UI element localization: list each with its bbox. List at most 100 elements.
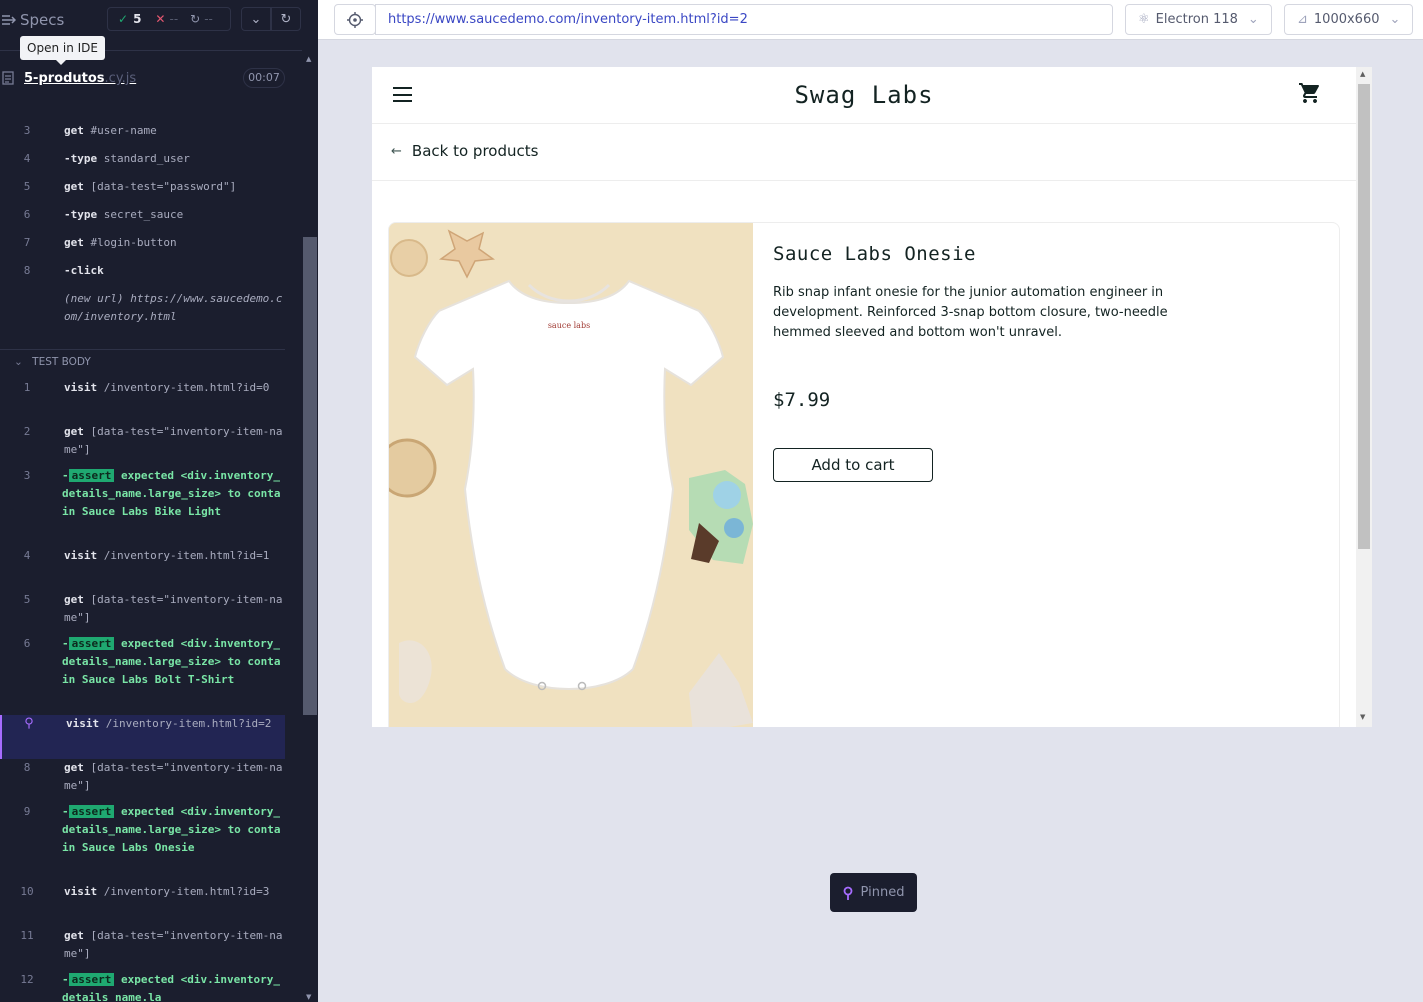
command-name: visit: [64, 885, 98, 898]
command-name: get: [64, 425, 84, 438]
command-arg: #user-name: [90, 124, 157, 137]
fail-x-icon: ✕: [155, 12, 166, 26]
url-field[interactable]: https://www.saucedemo.com/inventory-item…: [375, 4, 1113, 35]
pass-check-icon: ✓: [118, 12, 129, 26]
secondary-header: ← Back to products: [372, 124, 1356, 181]
failed-count: --: [169, 12, 179, 26]
section-title: TEST BODY: [32, 356, 91, 368]
command-number: 9: [23, 805, 31, 818]
specs-list-icon: [2, 15, 16, 25]
app-header: Swag Labs: [372, 67, 1356, 124]
command-arg: [data-test="inventory-item-name"]: [64, 761, 283, 792]
command-row[interactable]: 11 get [data-test="inventory-item-name"]: [0, 927, 285, 971]
command-row[interactable]: 3- assert expected <div.inventory_details…: [0, 467, 285, 547]
back-label: Back to products: [411, 142, 539, 160]
app-scrollbar[interactable]: ▲ ▼: [1356, 67, 1372, 727]
command-number: 5: [23, 180, 31, 193]
viewport-size: 1000x660: [1313, 12, 1380, 27]
spec-row: 5-produtos.cy.js 00:07: [0, 64, 302, 94]
command-arg: /inventory-item.html?id=2: [105, 717, 272, 730]
command-row[interactable]: 9- assert expected <div.inventory_details…: [0, 803, 285, 883]
arrow-left-icon: ←: [391, 143, 402, 159]
onesie-photo: sauce labs: [389, 223, 753, 727]
command-name: get: [64, 124, 84, 137]
command-arg: standard_user: [103, 152, 190, 165]
product-detail-card: sauce labs Sauce Labs Onesie Rib snap in…: [388, 222, 1340, 727]
command-row[interactable]: 5 get [data-test="inventory-item-name"]: [0, 591, 285, 635]
command-number: 8: [23, 264, 31, 277]
truncated-command: url: [64, 97, 284, 103]
command-number: 6: [23, 637, 31, 650]
assert-badge: assert: [68, 973, 115, 986]
specs-label: Specs: [20, 11, 65, 29]
product-name: Sauce Labs Onesie: [773, 243, 976, 265]
back-to-products-button[interactable]: ← Back to products: [391, 142, 538, 160]
command-number: 12: [20, 973, 34, 986]
chevron-down-icon: ⌄: [14, 356, 23, 368]
command-row: url: [0, 97, 285, 109]
command-number: 1: [23, 381, 31, 394]
assert-badge: assert: [68, 469, 115, 482]
restart-icon[interactable]: ↻: [271, 7, 301, 31]
command-name: get: [64, 593, 84, 606]
pin-icon: ⚲: [24, 716, 34, 731]
command-row[interactable]: 4 visit /inventory-item.html?id=1: [0, 547, 285, 591]
product-image: sauce labs: [389, 223, 753, 727]
open-in-ide-tooltip: Open in IDE: [20, 36, 105, 65]
chevron-down-icon: ⌄: [1247, 12, 1259, 27]
spec-file-link[interactable]: 5-produtos.cy.js: [24, 71, 136, 86]
app-under-test: Swag Labs ← Back to products sauce labs …: [372, 67, 1372, 727]
command-row[interactable]: 7 get #login-button: [0, 234, 285, 262]
command-row[interactable]: 10 visit /inventory-item.html?id=3: [0, 883, 285, 927]
test-body-section[interactable]: ⌄ TEST BODY: [14, 356, 91, 368]
app-scroll-thumb[interactable]: [1358, 84, 1370, 549]
command-row[interactable]: 1 visit /inventory-item.html?id=0: [0, 379, 285, 423]
command-row[interactable]: 8 get [data-test="inventory-item-name"]: [0, 759, 285, 803]
scroll-up-icon[interactable]: ▲: [306, 55, 311, 63]
passed-count: 5: [133, 12, 142, 26]
viewport-selector[interactable]: ⊿ 1000x660 ⌄: [1284, 4, 1413, 35]
test-stats: ✓ 5 ✕ -- ↻ --: [107, 7, 231, 31]
specs-toggle[interactable]: Specs: [2, 11, 64, 29]
scroll-up-icon[interactable]: ▲: [1360, 70, 1365, 78]
command-row[interactable]: 4 -type standard_user: [0, 150, 285, 178]
command-number: 3: [23, 469, 31, 482]
command-row[interactable]: 5 get [data-test="password"]: [0, 178, 285, 206]
scroll-down-icon[interactable]: ▼: [1360, 713, 1365, 721]
pinned-command-row[interactable]: ⚲ visit /inventory-item.html?id=2: [0, 715, 285, 759]
new-url-row: (new url) https://www.saucedemo.com/inve…: [0, 290, 285, 344]
command-arg: secret_sauce: [103, 208, 184, 221]
browser-name: Electron 118: [1155, 12, 1238, 27]
command-arg: [data-test="inventory-item-name"]: [64, 593, 283, 624]
command-arg: [data-test="password"]: [90, 180, 237, 193]
add-to-cart-button[interactable]: Add to cart: [773, 448, 933, 482]
pending-circle-icon: ↻: [190, 12, 201, 26]
url-text: https://www.saucedemo.com/inventory-item…: [388, 12, 748, 27]
command-name: -click: [64, 264, 104, 277]
command-log: url 3 get #user-name 4 -type standard_user 5…: [0, 97, 302, 1002]
command-number: 4: [23, 152, 31, 165]
command-row[interactable]: 12- assert expected <div.inventory_detail…: [0, 971, 285, 1002]
command-name: visit: [64, 549, 98, 562]
chevron-down-icon[interactable]: ⌄: [241, 7, 271, 31]
command-arg: [data-test="inventory-item-name"]: [64, 425, 283, 456]
command-number: 8: [23, 761, 31, 774]
reporter-scroll-thumb[interactable]: [303, 237, 317, 715]
command-row[interactable]: 3 get #user-name: [0, 122, 285, 150]
crosshair-icon: [347, 11, 363, 28]
command-row[interactable]: 6- assert expected <div.inventory_details…: [0, 635, 285, 715]
viewport-icon: ⊿: [1297, 12, 1308, 27]
command-row[interactable]: 8 -click: [0, 262, 285, 290]
selector-playground-button[interactable]: [334, 4, 376, 35]
pin-icon: [843, 886, 852, 900]
scroll-down-icon[interactable]: ▼: [306, 993, 311, 1001]
command-name: -type: [64, 152, 98, 165]
command-number: 5: [23, 593, 31, 606]
browser-selector[interactable]: ⚛ Electron 118 ⌄: [1125, 4, 1272, 35]
command-row[interactable]: 2 get [data-test="inventory-item-name"]: [0, 423, 285, 467]
spec-duration: 00:07: [243, 68, 285, 88]
spec-file-icon: [2, 71, 14, 85]
command-row[interactable]: 6 -type secret_sauce: [0, 206, 285, 234]
shopping-cart-icon[interactable]: [1298, 81, 1322, 105]
command-name: get: [64, 761, 84, 774]
